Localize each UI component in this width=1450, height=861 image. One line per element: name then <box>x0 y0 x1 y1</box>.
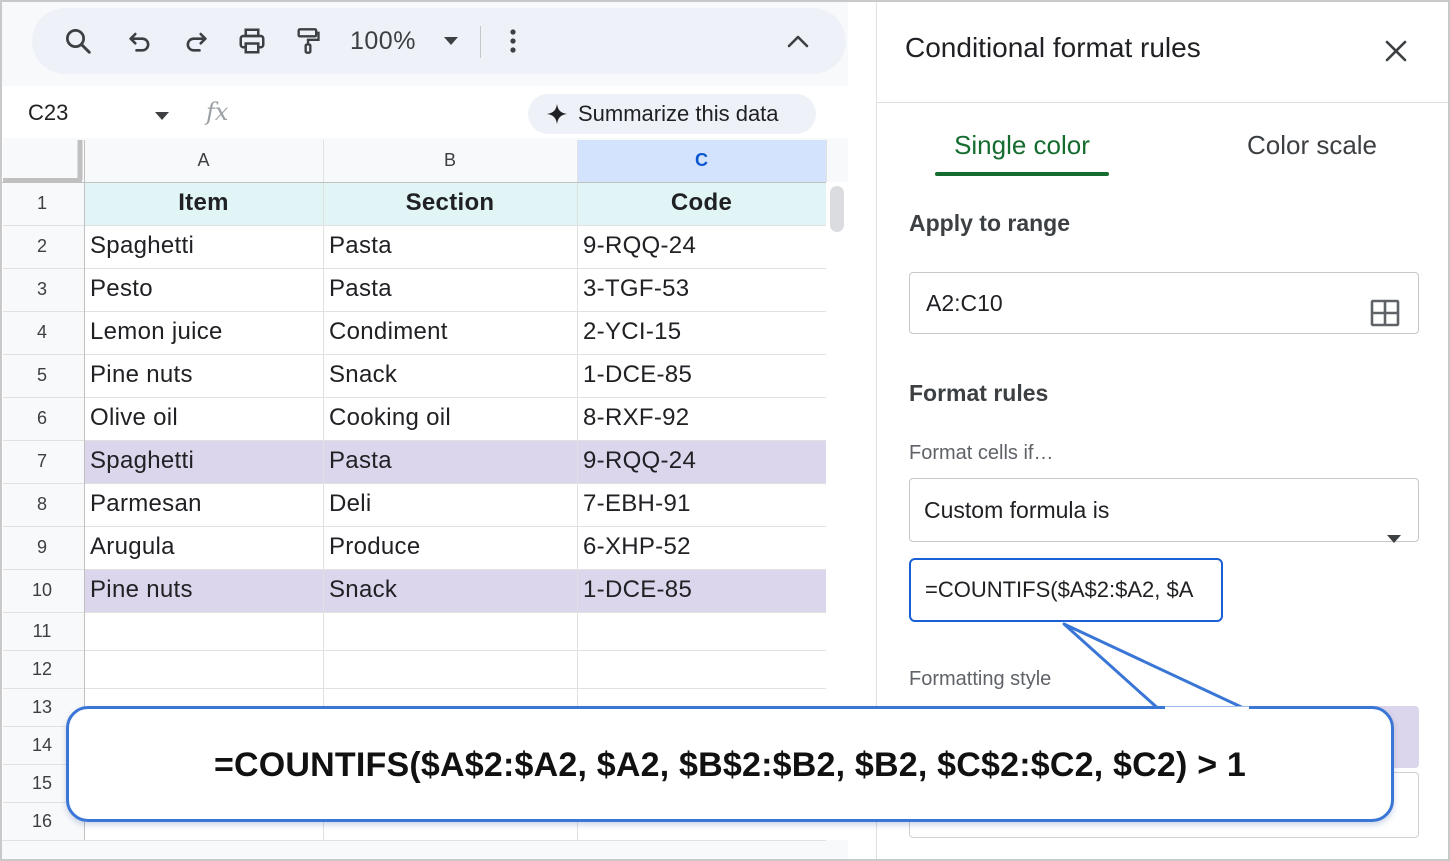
formula-callout: =COUNTIFS($A$2:$A2, $A2, $B$2:$B2, $B2, … <box>66 706 1394 822</box>
callout-formula-text: =COUNTIFS($A$2:$A2, $A2, $B$2:$B2, $B2, … <box>213 746 1247 784</box>
app-window: 100% C23 fx Summarize this data A B C 1 … <box>0 0 1450 861</box>
